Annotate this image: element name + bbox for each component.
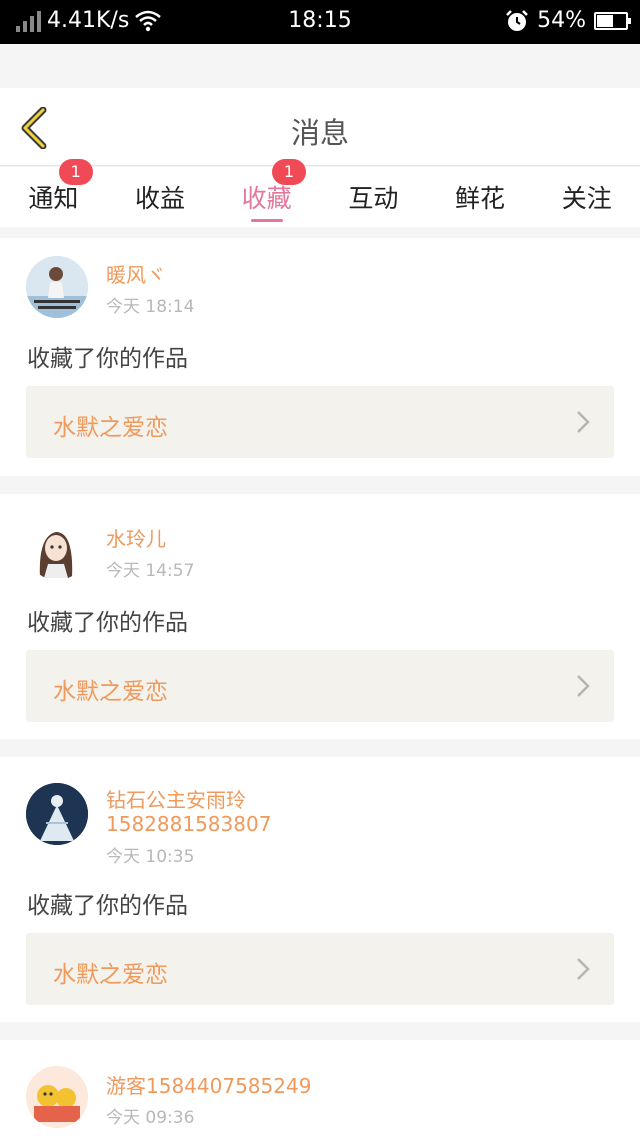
unread-badge: 1 <box>58 159 93 185</box>
tab-label: 收益 <box>135 184 186 213</box>
user-name-line2: 1582881583807 <box>106 812 272 836</box>
tab-label: 互动 <box>348 184 399 213</box>
tab-notice[interactable]: 通知 1 <box>0 159 107 227</box>
unread-badge: 1 <box>272 159 307 185</box>
avatar[interactable] <box>26 518 88 580</box>
timestamp: 今天 10:35 <box>106 847 195 867</box>
tab-favorites[interactable]: 收藏 1 <box>213 159 320 227</box>
work-title: 水默之爱恋 <box>53 415 168 441</box>
timestamp: 今天 18:14 <box>106 297 195 317</box>
user-name[interactable]: 钻石公主安雨玲 1582881583807 <box>106 788 271 836</box>
tab-flowers[interactable]: 鲜花 <box>427 167 534 227</box>
chevron-right-icon <box>577 411 590 433</box>
chevron-right-icon <box>577 675 590 697</box>
action-text: 收藏了你的作品 <box>27 610 188 636</box>
status-bar: 4.41K/s 18:15 54% <box>0 0 640 44</box>
avatar[interactable] <box>26 783 88 845</box>
avatar[interactable] <box>26 256 88 318</box>
top-spacer <box>0 44 640 88</box>
work-title: 水默之爱恋 <box>53 679 168 705</box>
user-name-line1: 钻石公主安雨玲 <box>106 788 246 812</box>
list-item: 钻石公主安雨玲 1582881583807 今天 10:35 收藏了你的作品 水… <box>0 757 640 1022</box>
list-item: 暖风ヾ 今天 18:14 收藏了你的作品 水默之爱恋 <box>0 238 640 476</box>
page-title: 消息 <box>290 116 349 150</box>
tab-label: 关注 <box>561 184 612 213</box>
action-text: 收藏了你的作品 <box>27 893 188 919</box>
battery-icon <box>594 11 631 30</box>
work-title: 水默之爱恋 <box>53 962 168 988</box>
tab-label: 鲜花 <box>455 184 506 213</box>
work-link[interactable]: 水默之爱恋 <box>26 933 614 1005</box>
user-name[interactable]: 暖风ヾ <box>106 263 166 287</box>
timestamp: 今天 14:57 <box>106 561 195 581</box>
list-item: 水玲儿 今天 14:57 收藏了你的作品 水默之爱恋 <box>0 494 640 739</box>
tab-label: 通知 <box>28 184 79 213</box>
tab-label: 收藏 <box>241 184 292 213</box>
chevron-right-icon <box>577 958 590 980</box>
work-link[interactable]: 水默之爱恋 <box>26 650 614 722</box>
tab-earnings[interactable]: 收益 <box>107 167 214 227</box>
active-tab-indicator <box>250 219 283 222</box>
tab-bar: 通知 1 收益 收藏 1 互动 鲜花 关注 <box>0 159 640 227</box>
tab-follow[interactable]: 关注 <box>533 167 640 227</box>
battery-percent: 54% <box>537 8 586 33</box>
user-name[interactable]: 游客1584407585249 <box>106 1074 311 1098</box>
action-text: 收藏了你的作品 <box>27 346 188 372</box>
user-name[interactable]: 水玲儿 <box>106 527 166 551</box>
list-item: 游客1584407585249 今天 09:36 <box>0 1040 640 1138</box>
work-link[interactable]: 水默之爱恋 <box>26 386 614 458</box>
avatar[interactable] <box>26 1066 88 1128</box>
alarm-icon <box>506 9 528 31</box>
timestamp: 今天 09:36 <box>106 1108 195 1128</box>
tab-interactions[interactable]: 互动 <box>320 167 427 227</box>
nav-header: 消息 <box>0 88 640 166</box>
